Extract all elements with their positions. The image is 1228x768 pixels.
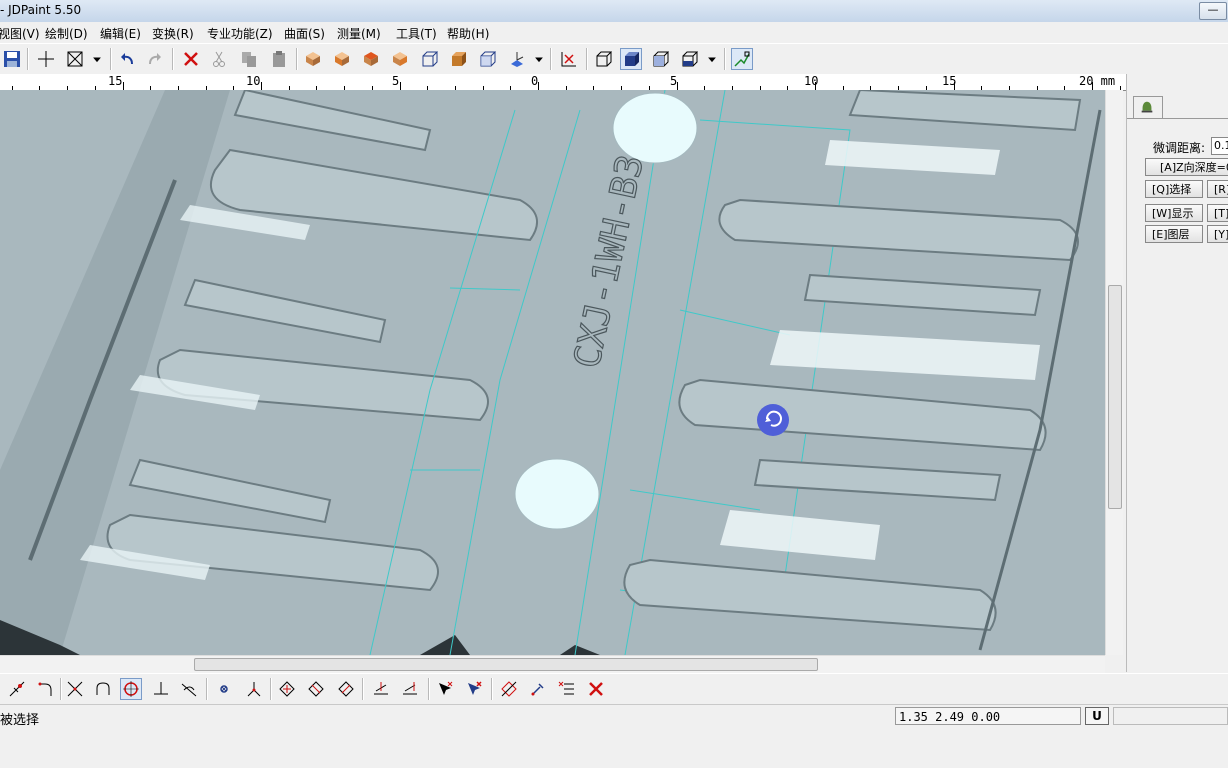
project-icon[interactable] bbox=[370, 678, 392, 700]
render-shaded-icon[interactable] bbox=[620, 48, 642, 70]
display-button[interactable]: [W]显示 bbox=[1145, 204, 1203, 222]
pick-cancel-icon[interactable] bbox=[434, 678, 456, 700]
dropdown-arrow-icon-2[interactable] bbox=[532, 48, 546, 70]
pick-delete-icon[interactable] bbox=[463, 678, 485, 700]
menu-transform[interactable]: 变换(R) bbox=[152, 25, 194, 42]
cut-icon[interactable] bbox=[208, 48, 230, 70]
menu-professional[interactable]: 专业功能(Z) bbox=[207, 25, 273, 42]
menu-bar: 视图(V) 绘制(D) 编辑(E) 变换(R) 专业功能(Z) 曲面(S) 测量… bbox=[0, 22, 1228, 42]
select-button[interactable]: [Q]选择 bbox=[1145, 180, 1203, 198]
render-wire-icon[interactable] bbox=[592, 48, 614, 70]
vertical-scrollbar[interactable] bbox=[1105, 90, 1123, 655]
coordinate-system-icon[interactable] bbox=[506, 48, 528, 70]
dropdown-arrow-icon-3[interactable] bbox=[705, 48, 719, 70]
circle-node-icon[interactable] bbox=[120, 678, 142, 700]
ruler-label: 10 bbox=[246, 74, 261, 88]
ruler-label: 15 bbox=[108, 74, 123, 88]
window-title: - JDPaint 5.50 bbox=[0, 3, 82, 17]
vertical-scroll-thumb[interactable] bbox=[1108, 285, 1122, 509]
rotate-cursor bbox=[757, 404, 789, 436]
ruler-label: 5 bbox=[392, 74, 400, 88]
perpendicular-icon[interactable] bbox=[150, 678, 172, 700]
mounting-hole-bottom bbox=[514, 458, 600, 530]
ruler-label: 15 bbox=[942, 74, 957, 88]
unit-button[interactable]: U bbox=[1085, 707, 1109, 725]
cursor-coordinates: 1.35 2.49 0.00 bbox=[895, 707, 1081, 725]
horizontal-scroll-thumb[interactable] bbox=[194, 658, 818, 671]
r-button[interactable]: [R] bbox=[1207, 180, 1228, 198]
intersect-icon[interactable] bbox=[64, 678, 86, 700]
view-wire-icon[interactable] bbox=[418, 48, 440, 70]
view-box-icon[interactable] bbox=[476, 48, 498, 70]
view-solid-icon[interactable] bbox=[447, 48, 469, 70]
bottom-area bbox=[0, 727, 1228, 768]
fine-tune-field[interactable]: 0.1 bbox=[1211, 137, 1228, 155]
status-empty-cell bbox=[1113, 707, 1228, 725]
panel-tab-nav[interactable] bbox=[1133, 96, 1163, 119]
axis-tool-icon[interactable] bbox=[558, 48, 580, 70]
ruler-tick bbox=[123, 82, 124, 90]
arc-icon[interactable] bbox=[92, 678, 114, 700]
bell-icon bbox=[1141, 101, 1153, 113]
ruler-tick bbox=[400, 82, 401, 90]
menu-help[interactable]: 帮助(H) bbox=[447, 25, 489, 42]
dropdown-arrow-icon[interactable] bbox=[90, 48, 104, 70]
view-iso-icon[interactable] bbox=[302, 48, 324, 70]
project-icon-2[interactable] bbox=[399, 678, 421, 700]
clear-icon[interactable] bbox=[585, 678, 607, 700]
z-depth-button[interactable]: [A]Z向深度=0 bbox=[1145, 158, 1228, 176]
minimize-button[interactable]: — bbox=[1199, 2, 1227, 20]
view-side-icon[interactable] bbox=[389, 48, 411, 70]
snap-tool-icon[interactable] bbox=[731, 48, 753, 70]
view-front-icon[interactable] bbox=[331, 48, 353, 70]
ruler-label: 10 bbox=[804, 74, 819, 88]
paste-icon[interactable] bbox=[268, 48, 290, 70]
box-select-icon[interactable] bbox=[64, 48, 86, 70]
menu-measure[interactable]: 测量(M) bbox=[337, 25, 381, 42]
copy-icon[interactable] bbox=[238, 48, 260, 70]
fine-tune-label: 微调距离: bbox=[1153, 141, 1206, 155]
menu-view[interactable]: 视图(V) bbox=[0, 25, 40, 42]
horizontal-scrollbar[interactable] bbox=[0, 655, 1105, 673]
render-hidden-icon[interactable] bbox=[649, 48, 671, 70]
view-top-icon[interactable] bbox=[360, 48, 382, 70]
save-icon[interactable] bbox=[1, 48, 23, 70]
redo-icon[interactable] bbox=[144, 48, 166, 70]
ruler-label: 5 bbox=[670, 74, 678, 88]
mounting-hole-top bbox=[612, 92, 698, 164]
delete-icon[interactable] bbox=[180, 48, 202, 70]
horizontal-ruler: 15 10 5 0 5 10 15 20 mm bbox=[0, 74, 1126, 91]
menu-surface[interactable]: 曲面(S) bbox=[284, 25, 325, 42]
title-bar: - JDPaint 5.50 — bbox=[0, 0, 1228, 23]
surface-pick-icon[interactable] bbox=[276, 678, 298, 700]
measure-icon[interactable] bbox=[498, 678, 520, 700]
ruler-label: 0 bbox=[531, 74, 539, 88]
3d-viewport[interactable]: CXJ-1WH-B3 bbox=[0, 90, 1105, 655]
trim-curve-icon[interactable] bbox=[6, 678, 28, 700]
status-bar: 被选择 1.35 2.49 0.00 U bbox=[0, 705, 1228, 728]
surface-pick-icon-2[interactable] bbox=[305, 678, 327, 700]
right-panel: 微调距离: 0.1 [A]Z向深度=0 [Q]选择 [R] [W]显示 [T] … bbox=[1126, 74, 1228, 672]
render-mode-icon[interactable] bbox=[678, 48, 700, 70]
axis-point-icon[interactable] bbox=[243, 678, 265, 700]
list-select-icon[interactable] bbox=[556, 678, 578, 700]
menu-edit[interactable]: 编辑(E) bbox=[100, 25, 141, 42]
fillet-icon[interactable] bbox=[34, 678, 56, 700]
status-message: 被选择 bbox=[0, 713, 40, 728]
bottom-toolbar bbox=[0, 673, 1228, 705]
tangent-icon[interactable] bbox=[178, 678, 200, 700]
y-button[interactable]: [Y] bbox=[1207, 225, 1228, 243]
main-toolbar bbox=[0, 43, 1228, 75]
t-button[interactable]: [T] bbox=[1207, 204, 1228, 222]
undo-icon[interactable] bbox=[116, 48, 138, 70]
crosshair-icon[interactable] bbox=[35, 48, 57, 70]
ruler-label: 20 mm bbox=[1079, 74, 1116, 88]
surface-pick-icon-3[interactable] bbox=[335, 678, 357, 700]
ruler-tick bbox=[261, 82, 262, 90]
point-icon[interactable] bbox=[213, 678, 235, 700]
layer-button[interactable]: [E]图层 bbox=[1145, 225, 1203, 243]
menu-tools[interactable]: 工具(T) bbox=[396, 25, 437, 42]
menu-draw[interactable]: 绘制(D) bbox=[45, 25, 88, 42]
brush-icon[interactable] bbox=[527, 678, 549, 700]
